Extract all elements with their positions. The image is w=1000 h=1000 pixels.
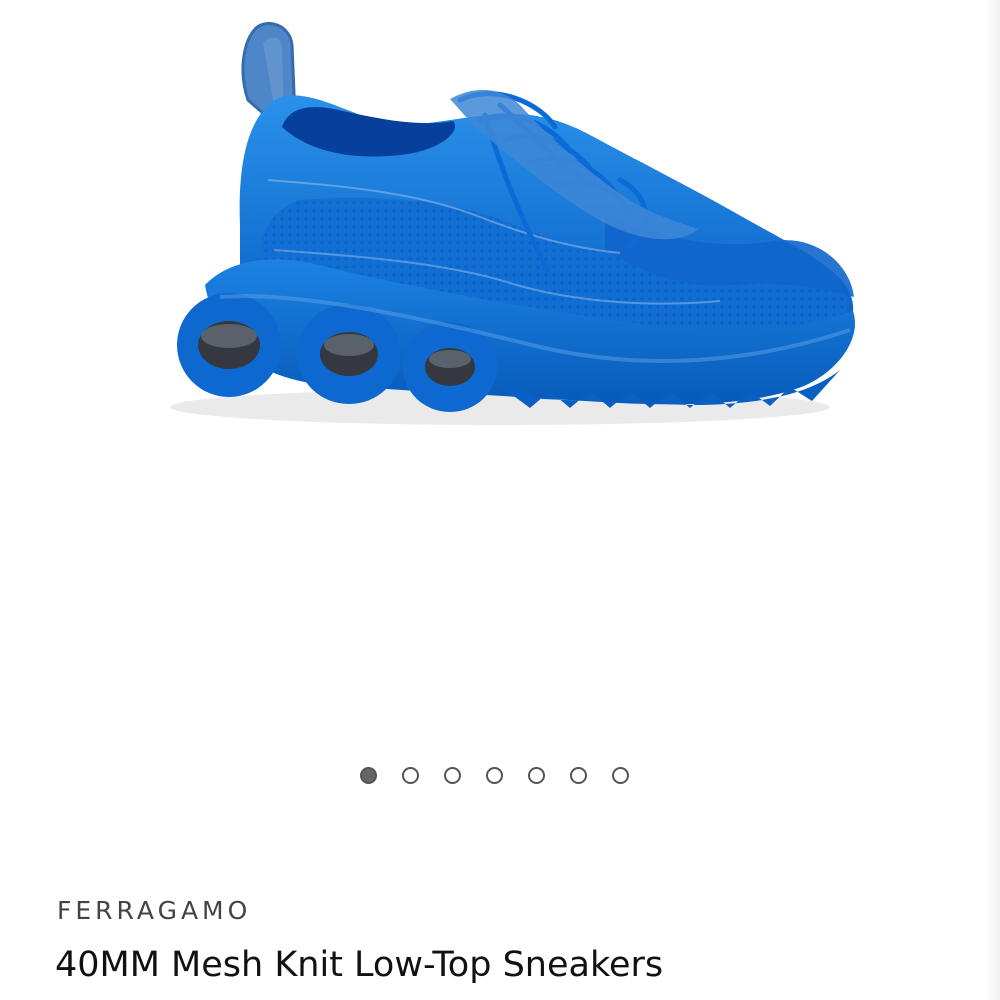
brand-name[interactable]: FERRAGAMO [57, 896, 251, 925]
product-image-gallery[interactable] [0, 0, 986, 740]
carousel-dot-1[interactable] [360, 766, 377, 784]
carousel-dot-6[interactable] [570, 766, 587, 784]
carousel-dot-4[interactable] [486, 766, 503, 784]
product-title: 40MM Mesh Knit Low-Top Sneakers [55, 945, 664, 985]
carousel-dot-3[interactable] [444, 766, 461, 784]
sneaker-image [170, 22, 856, 425]
image-carousel-dots[interactable] [360, 764, 629, 786]
carousel-dot-7[interactable] [612, 766, 629, 784]
page-edge-shadow [986, 0, 1000, 1000]
carousel-dot-2[interactable] [402, 766, 419, 784]
product-page: FERRAGAMO 40MM Mesh Knit Low-Top Sneaker… [0, 0, 1000, 1000]
carousel-dot-5[interactable] [528, 766, 545, 784]
